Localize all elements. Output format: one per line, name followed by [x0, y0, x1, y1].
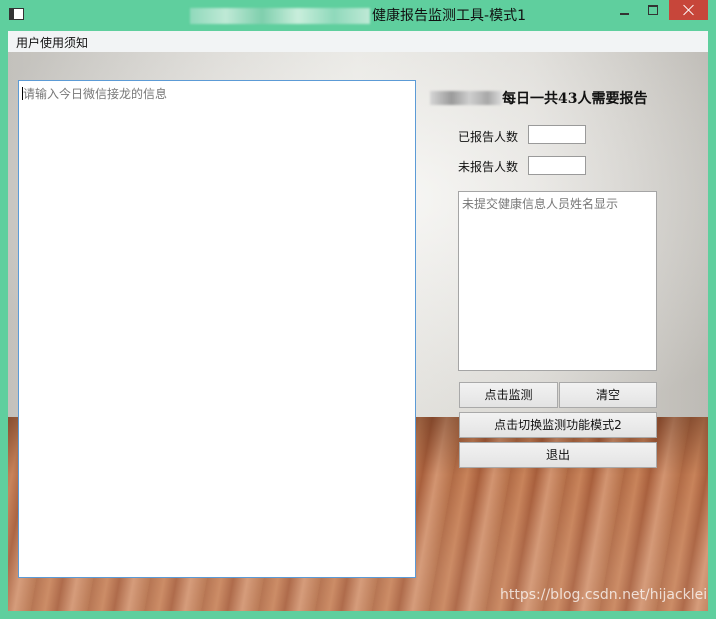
exit-button[interactable]: 退出 — [459, 442, 657, 468]
monitor-button[interactable]: 点击监测 — [459, 382, 558, 408]
minimize-button[interactable] — [612, 0, 638, 20]
redacted-title-part — [190, 8, 371, 24]
menu-item-usage-notes[interactable]: 用户使用须知 — [16, 34, 88, 51]
app-window: 健康报告监测工具-模式1 用户使用须知 请输入今日微信接龙的信息 每日一共43人… — [0, 0, 716, 619]
close-button[interactable] — [669, 0, 708, 20]
menu-bar: 用户使用须知 — [8, 31, 708, 52]
watermark-text: https://blog.csdn.net/hijacklei — [500, 587, 708, 603]
reported-count-field[interactable] — [528, 125, 586, 144]
window-title: 健康报告监测工具-模式1 — [0, 5, 716, 25]
clear-button[interactable]: 清空 — [559, 382, 657, 408]
wechat-info-placeholder: 请输入今日微信接龙的信息 — [23, 87, 168, 101]
unreported-count-label: 未报告人数 — [458, 160, 519, 174]
reported-count-label: 已报告人数 — [458, 130, 519, 144]
daily-total-text: 每日一共43人需要报告 — [502, 91, 648, 107]
unreported-names-placeholder: 未提交健康信息人员姓名显示 — [462, 197, 619, 211]
unreported-names-textarea[interactable]: 未提交健康信息人员姓名显示 — [458, 191, 657, 371]
window-title-text: 健康报告监测工具-模式1 — [372, 8, 526, 24]
client-area: 请输入今日微信接龙的信息 每日一共43人需要报告 已报告人数 未报告人数 未提交… — [8, 52, 708, 611]
maximize-button[interactable] — [640, 0, 666, 20]
redacted-heading-part — [430, 91, 502, 105]
daily-total-heading: 每日一共43人需要报告 — [430, 88, 647, 108]
unreported-count-field[interactable] — [528, 156, 586, 175]
switch-mode-button[interactable]: 点击切换监测功能模式2 — [459, 412, 657, 438]
wechat-info-textarea[interactable]: 请输入今日微信接龙的信息 — [18, 80, 416, 578]
title-bar[interactable]: 健康报告监测工具-模式1 — [0, 0, 716, 31]
